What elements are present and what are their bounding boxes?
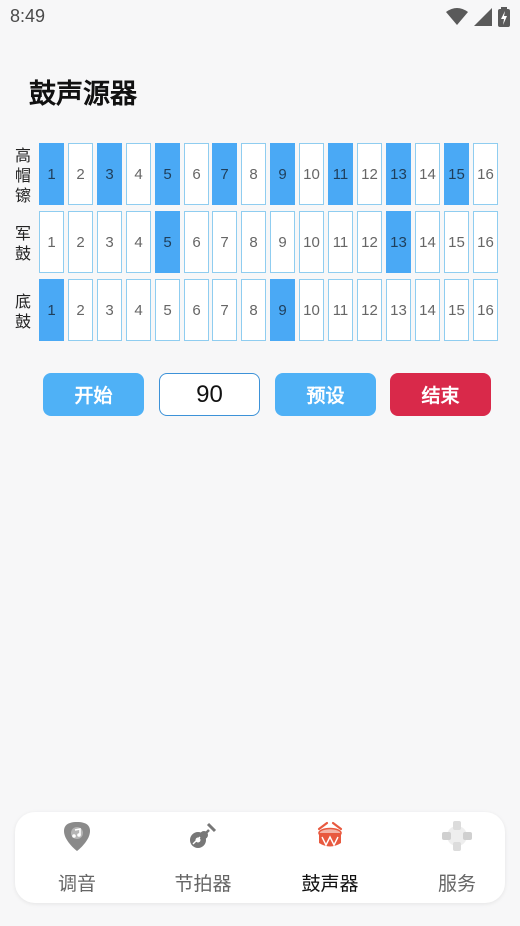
- status-bar: 8:49: [0, 0, 520, 36]
- status-icons: [446, 7, 510, 27]
- step-cell-hihat-4[interactable]: 4: [126, 143, 151, 205]
- drum-icon: [317, 821, 343, 847]
- step-cell-kick-1[interactable]: 1: [39, 279, 64, 341]
- step-cell-kick-14[interactable]: 14: [415, 279, 440, 341]
- step-cell-snare-5[interactable]: 5: [155, 211, 180, 273]
- status-time: 8:49: [10, 6, 46, 26]
- step-cell-kick-12[interactable]: 12: [357, 279, 382, 341]
- step-cell-kick-16[interactable]: 16: [473, 279, 498, 341]
- nav-label-drum: 鼓声器: [301, 873, 359, 895]
- step-cell-snare-9[interactable]: 9: [270, 211, 295, 273]
- step-cell-snare-12[interactable]: 12: [357, 211, 382, 273]
- preset-button[interactable]: 预设: [275, 373, 376, 416]
- bottom-nav: 调音 节拍器 鼓声器 服务: [15, 812, 505, 903]
- nav-item-metronome[interactable]: 节拍器: [153, 812, 253, 903]
- cellular-signal-icon: [474, 8, 492, 26]
- step-cell-kick-13[interactable]: 13: [386, 279, 411, 341]
- step-cell-kick-3[interactable]: 3: [97, 279, 122, 341]
- step-cell-hihat-7[interactable]: 7: [212, 143, 237, 205]
- step-cell-kick-10[interactable]: 10: [299, 279, 324, 341]
- step-cell-hihat-13[interactable]: 13: [386, 143, 411, 205]
- track-label-hihat: 高 帽 镲: [10, 146, 36, 206]
- step-cell-kick-2[interactable]: 2: [68, 279, 93, 341]
- step-cell-hihat-9[interactable]: 9: [270, 143, 295, 205]
- step-cell-snare-10[interactable]: 10: [299, 211, 324, 273]
- nav-label-services: 服务: [437, 873, 476, 895]
- step-cell-snare-15[interactable]: 15: [444, 211, 469, 273]
- step-cell-hihat-11[interactable]: 11: [328, 143, 353, 205]
- wifi-icon: [446, 8, 468, 25]
- track-label-snare: 军 鼓: [10, 224, 36, 264]
- guitar-pick-icon: [64, 822, 90, 851]
- step-cell-hihat-1[interactable]: 1: [39, 143, 64, 205]
- step-cell-kick-15[interactable]: 15: [444, 279, 469, 341]
- step-cell-snare-7[interactable]: 7: [212, 211, 237, 273]
- step-cell-hihat-6[interactable]: 6: [184, 143, 209, 205]
- track-label-char: 帽: [14, 166, 31, 185]
- step-cell-kick-8[interactable]: 8: [241, 279, 266, 341]
- step-cell-snare-13[interactable]: 13: [386, 211, 411, 273]
- stop-button[interactable]: 结束: [390, 373, 491, 416]
- nav-label-metronome: 节拍器: [174, 873, 232, 895]
- step-cell-hihat-5[interactable]: 5: [155, 143, 180, 205]
- track-label-char: 鼓: [14, 244, 31, 263]
- battery-charging-icon: [498, 7, 510, 27]
- step-cell-kick-9[interactable]: 9: [270, 279, 295, 341]
- step-cell-hihat-3[interactable]: 3: [97, 143, 122, 205]
- step-cell-kick-11[interactable]: 11: [328, 279, 353, 341]
- step-cell-hihat-8[interactable]: 8: [241, 143, 266, 205]
- track-label-char: 军: [14, 224, 31, 243]
- step-cell-kick-5[interactable]: 5: [155, 279, 180, 341]
- step-cell-hihat-15[interactable]: 15: [444, 143, 469, 205]
- track-label-char: 底: [14, 292, 31, 311]
- nav-item-drum[interactable]: 鼓声器: [280, 812, 380, 903]
- track-label-char: 鼓: [14, 312, 31, 331]
- step-cell-hihat-12[interactable]: 12: [357, 143, 382, 205]
- step-cell-hihat-2[interactable]: 2: [68, 143, 93, 205]
- step-cell-snare-14[interactable]: 14: [415, 211, 440, 273]
- step-cell-kick-7[interactable]: 7: [212, 279, 237, 341]
- step-cell-snare-4[interactable]: 4: [126, 211, 151, 273]
- step-cell-snare-6[interactable]: 6: [184, 211, 209, 273]
- services-icon: [442, 821, 472, 851]
- step-cell-kick-4[interactable]: 4: [126, 279, 151, 341]
- tempo-input[interactable]: [159, 373, 260, 416]
- step-cell-hihat-14[interactable]: 14: [415, 143, 440, 205]
- step-cell-hihat-10[interactable]: 10: [299, 143, 324, 205]
- track-label-char: 镲: [14, 186, 31, 205]
- nav-item-services[interactable]: 服务: [407, 812, 507, 903]
- step-cell-snare-8[interactable]: 8: [241, 211, 266, 273]
- nav-item-tuner[interactable]: 调音: [27, 812, 127, 903]
- step-cell-snare-3[interactable]: 3: [97, 211, 122, 273]
- guitar-icon: [190, 822, 217, 848]
- track-label-kick: 底 鼓: [10, 292, 36, 332]
- nav-label-tuner: 调音: [57, 873, 96, 895]
- track-label-char: 高: [14, 146, 31, 165]
- page-title: 鼓声源器: [29, 79, 137, 110]
- step-cell-snare-2[interactable]: 2: [68, 211, 93, 273]
- start-button[interactable]: 开始: [43, 373, 144, 416]
- step-cell-hihat-16[interactable]: 16: [473, 143, 498, 205]
- step-cell-snare-11[interactable]: 11: [328, 211, 353, 273]
- step-cell-snare-16[interactable]: 16: [473, 211, 498, 273]
- step-cell-kick-6[interactable]: 6: [184, 279, 209, 341]
- step-cell-snare-1[interactable]: 1: [39, 211, 64, 273]
